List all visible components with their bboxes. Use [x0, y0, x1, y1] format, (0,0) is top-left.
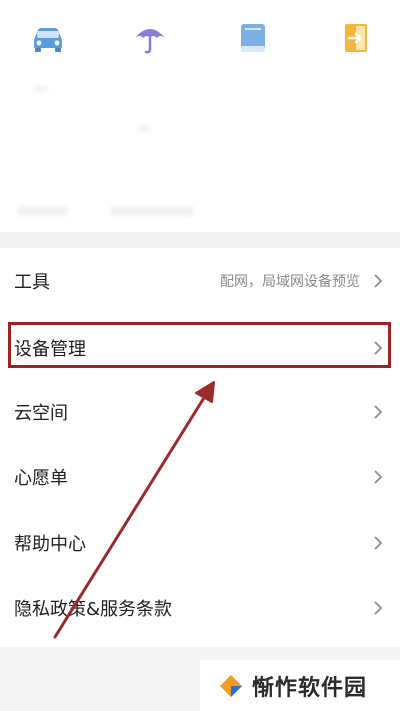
- umbrella-icon[interactable]: [130, 18, 170, 58]
- menu-item-cloud-space[interactable]: 云空间: [0, 379, 400, 445]
- quick-icons-row: [0, 18, 400, 58]
- menu-item-label: 云空间: [14, 403, 68, 424]
- profile-header-area: [0, 0, 400, 232]
- chevron-right-icon: [374, 274, 383, 288]
- menu-item-privacy-terms[interactable]: 隐私政策&服务条款: [0, 575, 400, 641]
- watermark-logo-icon: [220, 674, 242, 697]
- menu-item-label: 心愿单: [14, 468, 68, 489]
- door-exit-icon[interactable]: [336, 18, 376, 58]
- menu-item-label: 隐私政策&服务条款: [14, 599, 173, 620]
- section-divider: [0, 232, 400, 248]
- blurred-content: [34, 86, 48, 92]
- book-icon[interactable]: [233, 18, 273, 58]
- chevron-right-icon: [374, 470, 383, 484]
- watermark: 惭怍软件园: [200, 660, 400, 711]
- chevron-right-icon: [374, 601, 383, 615]
- car-icon[interactable]: [28, 18, 68, 58]
- menu-item-sublabel: 配网，局域网设备预览: [220, 274, 360, 290]
- menu-item-tools[interactable]: 工具 配网，局域网设备预览: [0, 248, 400, 314]
- menu-item-label: 帮助中心: [14, 534, 86, 555]
- menu-item-help-center[interactable]: 帮助中心: [0, 510, 400, 576]
- blurred-content: [18, 206, 68, 216]
- annotation-highlight-box: [8, 322, 391, 368]
- chevron-right-icon: [374, 405, 383, 419]
- watermark-text: 惭怍软件园: [252, 675, 368, 701]
- menu-item-label: 工具: [14, 272, 50, 293]
- blurred-content: [138, 126, 150, 132]
- chevron-right-icon: [374, 536, 383, 550]
- menu-item-wishlist[interactable]: 心愿单: [0, 444, 400, 510]
- blurred-content: [110, 206, 194, 216]
